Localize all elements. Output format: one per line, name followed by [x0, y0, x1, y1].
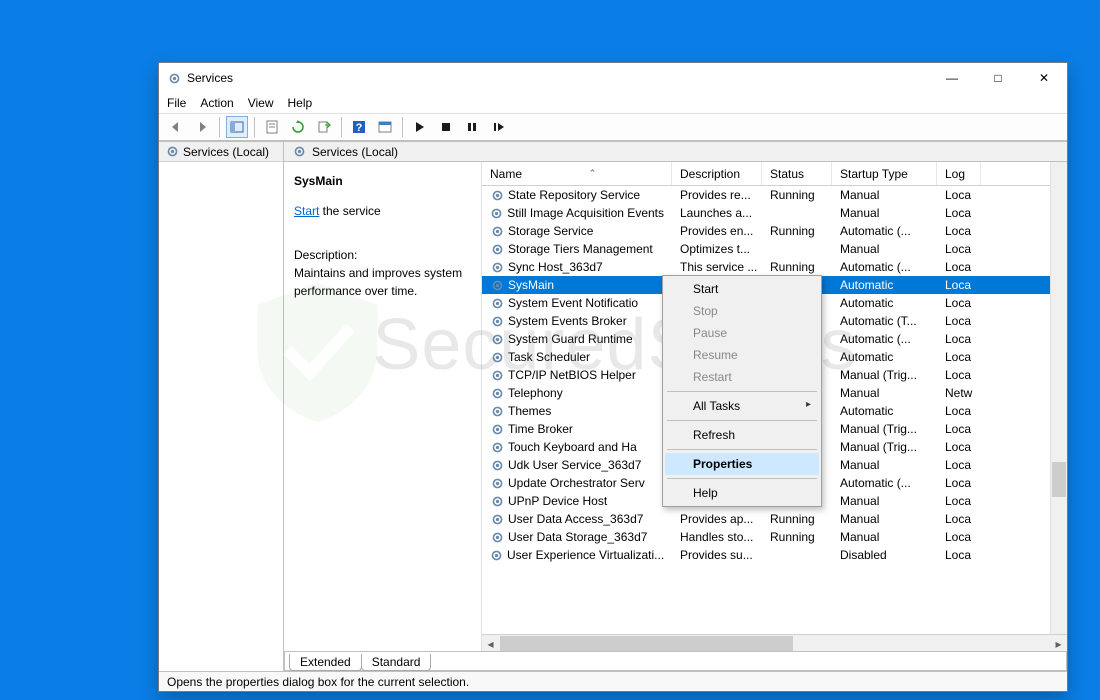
detail-pane: SysMain Start the service Description: M…	[284, 162, 482, 651]
ctx-stop: Stop	[665, 300, 819, 322]
menubar: File Action View Help	[159, 93, 1067, 113]
minimize-button[interactable]: —	[929, 63, 975, 93]
tree-node-label: Services (Local)	[183, 145, 269, 159]
statusbar: Opens the properties dialog box for the …	[159, 671, 1067, 691]
col-name[interactable]: Name⌃	[482, 162, 672, 185]
ctx-pause: Pause	[665, 322, 819, 344]
ctx-restart: Restart	[665, 366, 819, 388]
start-service-button[interactable]	[409, 116, 431, 138]
gear-icon	[490, 386, 504, 400]
window-title: Services	[187, 71, 233, 85]
stop-service-button[interactable]	[435, 116, 457, 138]
gear-icon	[165, 145, 179, 159]
service-row[interactable]: Still Image Acquisition EventsLaunches a…	[482, 204, 1067, 222]
gear-icon	[490, 260, 504, 274]
col-logon[interactable]: Log	[937, 162, 981, 185]
tab-extended[interactable]: Extended	[289, 654, 362, 671]
gear-icon	[490, 224, 504, 238]
service-row[interactable]: Sync Host_363d7This service ...RunningAu…	[482, 258, 1067, 276]
menu-action[interactable]: Action	[200, 96, 233, 110]
menu-file[interactable]: File	[167, 96, 186, 110]
desc-label: Description:	[294, 246, 471, 264]
ctx-start[interactable]: Start	[665, 278, 819, 300]
col-description[interactable]: Description	[672, 162, 762, 185]
gear-icon	[490, 476, 504, 490]
show-hide-tree-button[interactable]	[226, 116, 248, 138]
gear-icon	[490, 242, 504, 256]
service-row[interactable]: Storage Tiers ManagementOptimizes t...Ma…	[482, 240, 1067, 258]
gear-icon	[490, 296, 504, 310]
gear-icon	[490, 350, 504, 364]
tab-standard[interactable]: Standard	[361, 654, 432, 671]
gear-icon	[490, 332, 504, 346]
service-row[interactable]: User Data Storage_363d7Handles sto...Run…	[482, 528, 1067, 546]
gear-icon	[490, 530, 504, 544]
column-headers: Name⌃ Description Status Startup Type Lo…	[482, 162, 1067, 186]
gear-icon	[490, 278, 504, 292]
gear-icon	[490, 548, 503, 562]
menu-view[interactable]: View	[248, 96, 274, 110]
view-tabs: Extended Standard	[284, 651, 1067, 671]
ctx-all-tasks[interactable]: All Tasks	[665, 395, 819, 417]
app-icon	[167, 71, 181, 85]
tree-pane: Services (Local)	[159, 142, 284, 671]
gear-icon	[490, 422, 504, 436]
service-row[interactable]: State Repository ServiceProvides re...Ru…	[482, 186, 1067, 204]
ctx-resume: Resume	[665, 344, 819, 366]
gear-icon	[490, 512, 504, 526]
service-row[interactable]: User Data Access_363d7Provides ap...Runn…	[482, 510, 1067, 528]
gear-icon	[490, 314, 504, 328]
forward-button[interactable]	[191, 116, 213, 138]
service-row[interactable]: Storage ServiceProvides en...RunningAuto…	[482, 222, 1067, 240]
dialog-button[interactable]	[374, 116, 396, 138]
export-button[interactable]	[313, 116, 335, 138]
horizontal-scrollbar[interactable]: ◂ ▸	[482, 634, 1067, 651]
refresh-button[interactable]	[287, 116, 309, 138]
action-text: the service	[319, 204, 380, 218]
back-button[interactable]	[165, 116, 187, 138]
start-service-link[interactable]: Start	[294, 204, 319, 218]
gear-icon	[292, 145, 306, 159]
selected-service-name: SysMain	[294, 172, 471, 190]
titlebar[interactable]: Services — □ ✕	[159, 63, 1067, 93]
pause-service-button[interactable]	[461, 116, 483, 138]
gear-icon	[490, 458, 504, 472]
close-button[interactable]: ✕	[1021, 63, 1067, 93]
context-menu: StartStopPauseResumeRestart All Tasks Refr…	[662, 275, 822, 507]
gear-icon	[490, 440, 504, 454]
menu-help[interactable]: Help	[288, 96, 313, 110]
services-window: Services — □ ✕ File Action View Help ?	[158, 62, 1068, 692]
ctx-refresh[interactable]: Refresh	[665, 424, 819, 446]
maximize-button[interactable]: □	[975, 63, 1021, 93]
restart-service-button[interactable]	[487, 116, 509, 138]
pane-title: Services (Local)	[312, 145, 398, 159]
help-button[interactable]: ?	[348, 116, 370, 138]
col-status[interactable]: Status	[762, 162, 832, 185]
service-list: Name⌃ Description Status Startup Type Lo…	[482, 162, 1067, 651]
gear-icon	[490, 404, 504, 418]
gear-icon	[490, 206, 503, 220]
toolbar: ?	[159, 113, 1067, 141]
gear-icon	[490, 494, 504, 508]
gear-icon	[490, 368, 504, 382]
service-row[interactable]: User Experience Virtualizati...Provides …	[482, 546, 1067, 564]
vertical-scrollbar[interactable]	[1050, 162, 1067, 651]
properties-button[interactable]	[261, 116, 283, 138]
col-startup[interactable]: Startup Type	[832, 162, 937, 185]
tree-node-services-local[interactable]: Services (Local)	[159, 142, 283, 162]
ctx-help[interactable]: Help	[665, 482, 819, 504]
svg-text:?: ?	[356, 122, 363, 134]
gear-icon	[490, 188, 504, 202]
desc-text: Maintains and improves system performanc…	[294, 264, 471, 300]
pane-header: Services (Local)	[284, 142, 1067, 162]
ctx-properties[interactable]: Properties	[665, 453, 819, 475]
